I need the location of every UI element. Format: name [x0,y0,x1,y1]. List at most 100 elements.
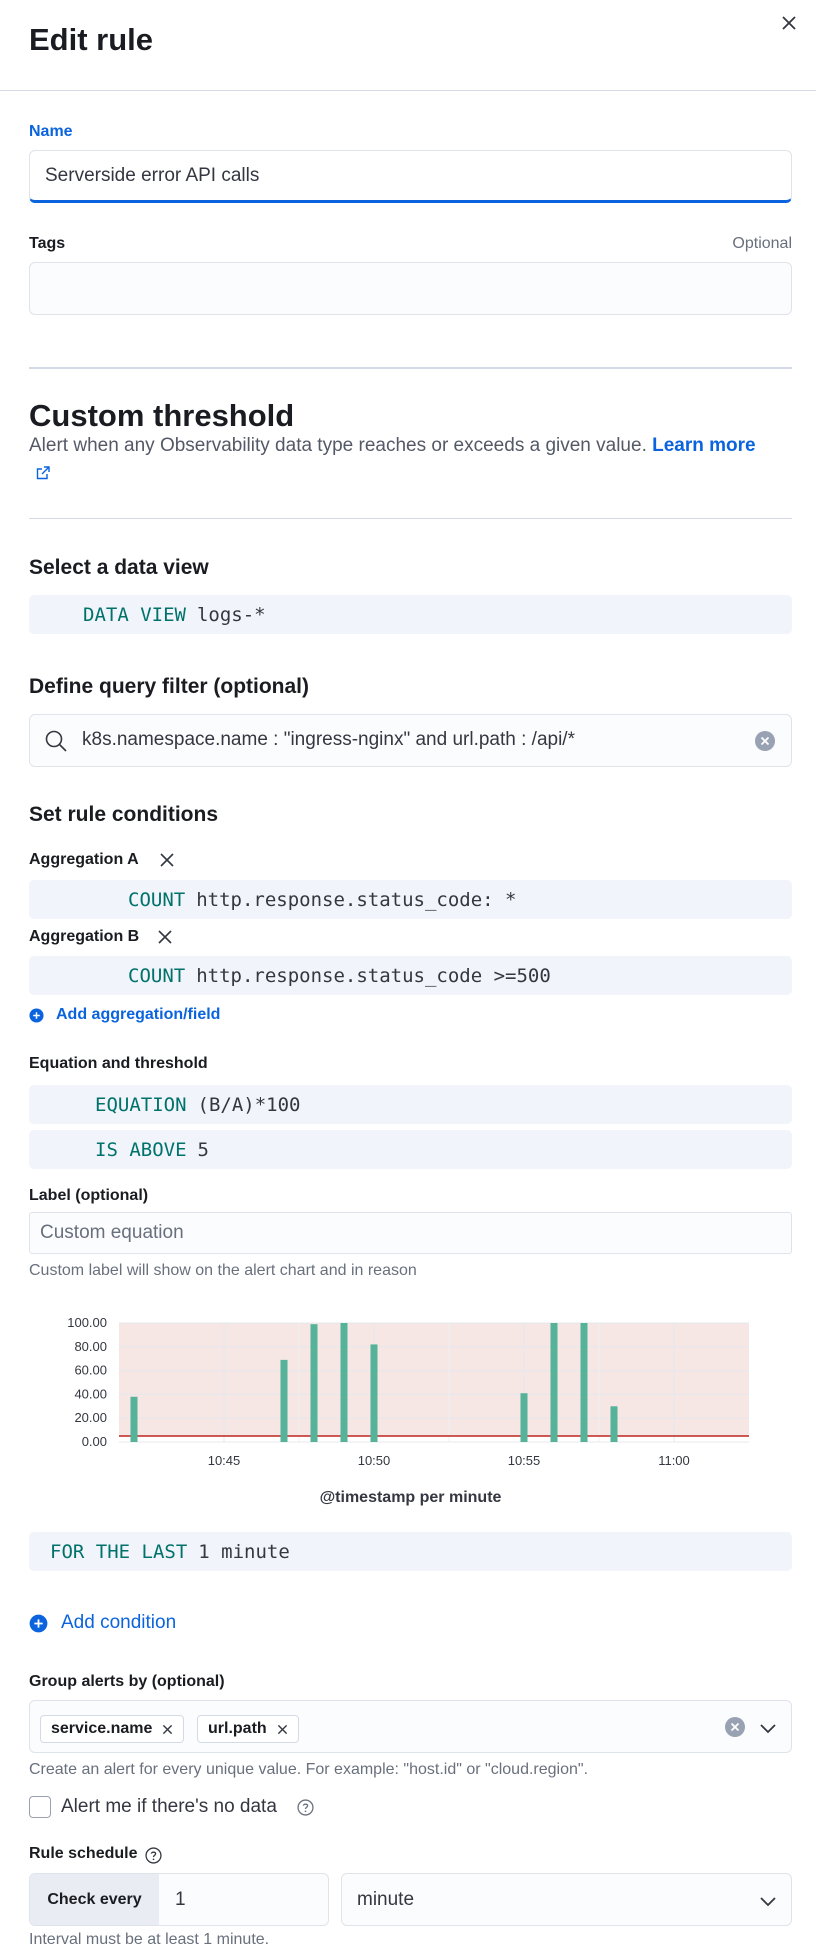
aggregation-a-keyword: COUNT [128,888,186,911]
query-filter-search[interactable]: k8s.namespace.name : "ingress-nginx" and… [29,714,792,767]
search-icon [45,730,67,752]
threshold-expression[interactable]: IS ABOVE 5 [29,1130,792,1169]
chart-bar [280,1359,288,1442]
x-tick-label: 11:00 [658,1453,690,1468]
y-tick-label: 40.00 [74,1386,107,1401]
threshold-keyword: IS ABOVE [95,1138,187,1161]
aggregation-b-label: Aggregation B [29,928,140,945]
name-label: Name [29,123,73,140]
equation-expression[interactable]: EQUATION (B/A)*100 [29,1085,792,1124]
x-tick-label: 10:55 [508,1453,541,1468]
add-aggregation-label: Add aggregation/field [56,1006,221,1023]
data-view-value: logs-* [196,603,266,626]
chart-y-ticks: 100.00 80.00 60.00 40.00 20.00 0.00 [67,1315,107,1449]
y-tick-label: 0.00 [82,1434,107,1449]
chart-x-ticks: 10:45 10:50 10:55 11:00 [208,1453,690,1468]
no-data-label[interactable]: Alert me if there's no data [61,1796,277,1818]
x-tick-label: 10:45 [208,1453,241,1468]
aggregation-b-value: http.response.status_code >=500 [196,964,551,987]
external-link-icon[interactable] [35,465,51,481]
add-condition-label: Add condition [61,1612,177,1633]
rule-type-title: Custom threshold [29,398,295,433]
y-tick-label: 60.00 [74,1363,107,1378]
interval-unit-select[interactable]: minute [341,1873,792,1926]
chart-grid [119,1322,749,1443]
label-field[interactable] [29,1212,792,1254]
plus-circle-icon [29,1614,48,1632]
label-input[interactable] [30,1213,791,1253]
group-by-pill-label: service.name [51,1720,153,1737]
threshold-value: 5 [197,1138,209,1161]
remove-pill-icon[interactable] [277,1724,288,1735]
rule-conditions-heading: Set rule conditions [29,803,219,826]
query-filter-text: k8s.namespace.name : "ingress-nginx" and… [82,729,575,750]
rule-type-description-text: Alert when any Observability data type r… [29,435,647,456]
chevron-down-icon [760,1897,776,1907]
data-view-keyword: DATA VIEW [83,603,186,626]
group-by-combobox[interactable]: service.name url.path [29,1700,792,1753]
tags-optional-hint: Optional [732,235,792,252]
aggregation-b-keyword: COUNT [128,964,186,987]
equation-value: (B/A)*100 [197,1093,301,1116]
group-by-pill-label: url.path [208,1720,267,1737]
threshold-area [119,1323,749,1437]
tags-input[interactable] [30,263,791,314]
y-tick-label: 20.00 [74,1410,107,1425]
remove-pill-icon[interactable] [162,1724,173,1735]
tags-label: Tags [29,235,66,252]
chart-bar [580,1323,588,1442]
divider [29,367,792,369]
group-by-pill: url.path [197,1715,299,1743]
threshold-preview-chart: 100.00 80.00 60.00 40.00 20.00 0.00 10:45 10:5… [67,1315,749,1468]
label-field-help: Custom label will show on the alert char… [29,1262,417,1279]
question-circle-icon[interactable] [145,1847,162,1864]
time-window-value: 1 minute [198,1540,290,1563]
question-circle-icon[interactable] [297,1799,314,1816]
tags-field[interactable] [29,262,792,315]
interval-unit-value: minute [357,1889,415,1910]
query-filter-heading: Define query filter (optional) [29,675,310,698]
y-tick-label: 80.00 [74,1339,107,1354]
chart-bar [550,1323,558,1442]
remove-aggregation-a-icon[interactable] [159,852,175,868]
data-view-heading: Select a data view [29,556,209,579]
name-input[interactable] [30,151,791,200]
group-by-help: Create an alert for every unique value. … [29,1761,589,1778]
data-view-expression[interactable]: DATA VIEW logs-* [29,595,792,634]
add-aggregation-button[interactable]: Add aggregation/field [29,1006,220,1024]
aggregation-a-label: Aggregation A [29,851,139,868]
chart-bar [520,1393,528,1442]
equation-keyword: EQUATION [95,1093,187,1116]
equation-heading: Equation and threshold [29,1055,208,1072]
close-icon [782,16,796,30]
no-data-checkbox[interactable] [29,1796,51,1818]
aggregation-a-expression[interactable]: COUNT http.response.status_code: * [29,880,792,919]
add-condition-button[interactable]: Add condition [29,1612,176,1634]
flyout-header: Edit rule [0,0,816,91]
clear-icon[interactable] [754,730,776,752]
name-field[interactable] [29,150,792,203]
close-button[interactable] [776,10,802,36]
chart-bar [130,1396,138,1442]
time-window-expression[interactable]: FOR THE LAST 1 minute [29,1532,792,1571]
flyout-title: Edit rule [29,22,154,57]
clear-icon[interactable] [724,1716,746,1738]
aggregation-a-value: http.response.status_code: * [196,888,517,911]
chart-bar [610,1406,618,1442]
label-field-label: Label (optional) [29,1187,149,1204]
plus-circle-icon [29,1007,44,1023]
group-by-label: Group alerts by (optional) [29,1673,225,1690]
group-by-pill: service.name [40,1715,185,1743]
schedule-help: Interval must be at least 1 minute. [29,1931,270,1948]
rule-type-description: Alert when any Observability data type r… [29,432,799,459]
remove-aggregation-b-icon[interactable] [157,929,173,945]
divider [29,518,792,519]
check-every-input[interactable]: 1 [175,1889,186,1911]
y-tick-label: 100.00 [67,1315,107,1330]
x-tick-label: 10:50 [358,1453,391,1468]
chevron-down-icon[interactable] [759,1719,777,1737]
learn-more-link[interactable]: Learn more [652,435,755,456]
rule-schedule-label: Rule schedule [29,1845,138,1862]
aggregation-b-expression[interactable]: COUNT http.response.status_code >=500 [29,956,792,995]
check-every-field[interactable]: Check every 1 [29,1873,329,1926]
